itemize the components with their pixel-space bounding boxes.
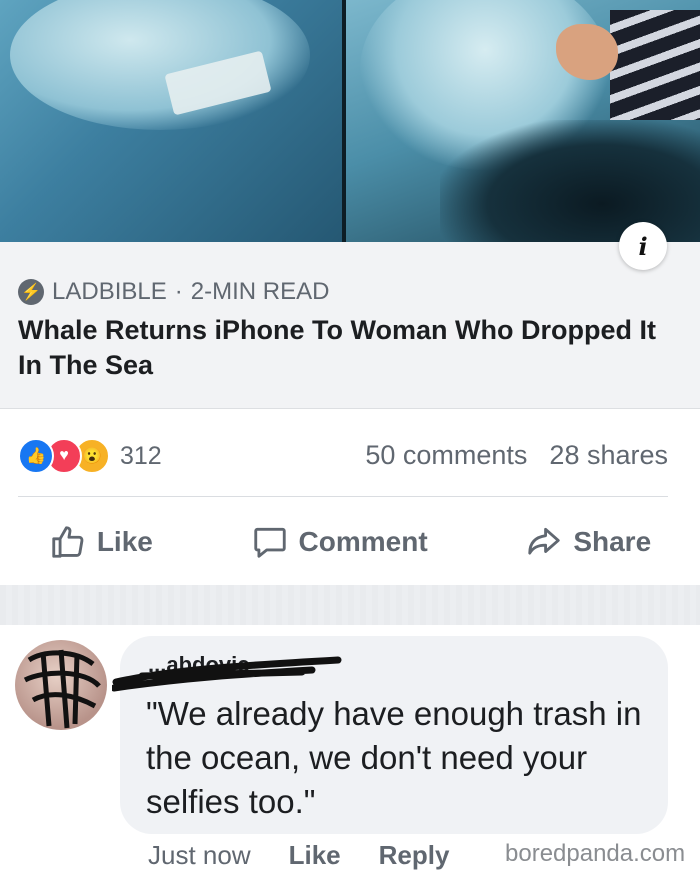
dark-water-shape	[440, 120, 700, 242]
link-headline[interactable]: Whale Returns iPhone To Woman Who Droppe…	[18, 313, 668, 383]
share-button[interactable]: Share	[525, 523, 651, 561]
share-label: Share	[573, 526, 652, 557]
link-source-row: ⚡ LADBIBLE · 2-MIN READ	[18, 278, 329, 306]
thumbs-up-icon	[52, 526, 84, 558]
comment-time: Just now	[148, 840, 251, 870]
info-icon[interactable]: i	[619, 222, 667, 270]
reactions-summary[interactable]: 👍 ♥ 😮 312	[18, 438, 162, 474]
comment-bubble-icon	[253, 527, 286, 558]
read-time: 2-MIN READ	[190, 278, 330, 305]
comment-meta: Just now Like Reply	[148, 840, 449, 871]
section-separator	[0, 585, 700, 625]
sleeve-shape	[610, 10, 700, 120]
divider	[18, 496, 668, 497]
comments-count[interactable]: 50 comments	[365, 440, 527, 471]
like-label: Like	[96, 526, 153, 557]
separator-dot: ·	[174, 278, 183, 305]
like-button[interactable]: Like	[49, 523, 153, 561]
shares-count[interactable]: 28 shares	[549, 440, 668, 471]
watermark: boredpanda.com	[505, 840, 686, 867]
comment-reply-button[interactable]: Reply	[379, 840, 450, 871]
comment-like-button[interactable]: Like	[289, 840, 341, 871]
reaction-count: 312	[120, 441, 162, 470]
redaction-scribble	[112, 656, 342, 692]
post-image[interactable]	[0, 0, 700, 242]
comment-label: Comment	[298, 526, 428, 557]
action-bar: Like Comment Share	[0, 512, 700, 572]
avatar[interactable]	[15, 640, 107, 730]
avatar-scribble	[23, 649, 101, 729]
link-source: LADBIBLE	[52, 278, 167, 305]
share-arrow-icon	[528, 527, 561, 555]
comment-text: "We already have enough trash in the oce…	[146, 695, 642, 820]
ladbible-bolt-icon: ⚡	[18, 279, 44, 305]
comment-button[interactable]: Comment	[251, 523, 428, 561]
stats-row: 👍 ♥ 😮 312 50 comments 28 shares	[18, 432, 668, 482]
image-left-panel	[0, 0, 342, 242]
like-reaction-icon: 👍	[18, 438, 54, 474]
engagement-counts: 50 comments 28 shares	[365, 440, 668, 471]
